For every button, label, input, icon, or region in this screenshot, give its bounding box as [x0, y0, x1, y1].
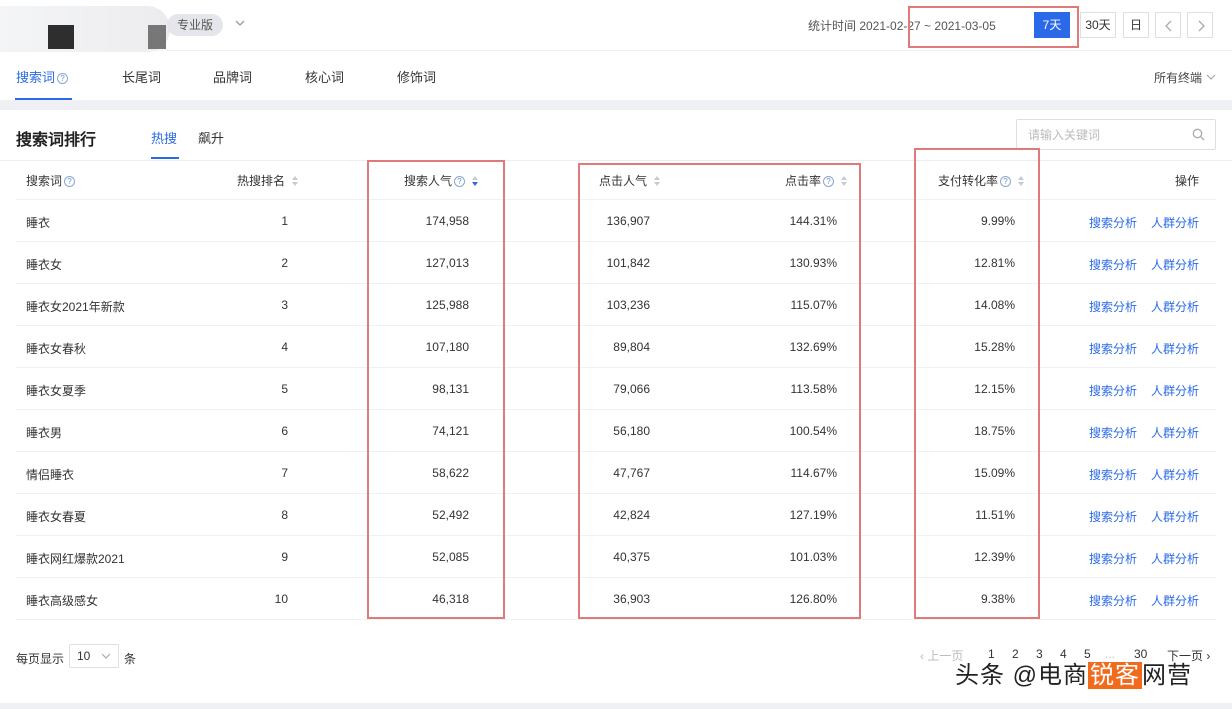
- cell-rank: 5: [281, 382, 288, 396]
- crowd-analysis-link[interactable]: 人群分析: [1151, 466, 1199, 483]
- cell-term[interactable]: 睡衣女: [26, 256, 62, 273]
- cell-term[interactable]: 睡衣高级感女: [26, 592, 98, 609]
- search-analysis-link[interactable]: 搜索分析: [1089, 466, 1137, 483]
- crowd-analysis-link[interactable]: 人群分析: [1151, 340, 1199, 357]
- cell-rank: 3: [281, 298, 288, 312]
- cell-term[interactable]: 睡衣女2021年新款: [26, 298, 125, 315]
- tab-search-terms[interactable]: 搜索词?: [16, 67, 69, 86]
- per-page-label: 每页显示: [16, 652, 65, 666]
- cell-rank: 10: [274, 592, 288, 606]
- per-page-unit: 条: [124, 652, 137, 666]
- search-analysis-link[interactable]: 搜索分析: [1089, 550, 1137, 567]
- keyword-search-input[interactable]: [1018, 121, 1183, 148]
- sort-icon[interactable]: [291, 175, 299, 187]
- cell-rank: 1: [281, 214, 288, 228]
- col-header-actions: 操作: [1175, 174, 1200, 188]
- search-analysis-link[interactable]: 搜索分析: [1089, 298, 1137, 315]
- crowd-analysis-link[interactable]: 人群分析: [1151, 214, 1199, 231]
- active-subtab-indicator: [151, 157, 179, 159]
- cell-rank: 4: [281, 340, 288, 354]
- crowd-analysis-link[interactable]: 人群分析: [1151, 256, 1199, 273]
- annotation-box-date-range: [908, 6, 1079, 48]
- range-30-days-button[interactable]: 30天: [1080, 12, 1116, 38]
- crowd-analysis-link[interactable]: 人群分析: [1151, 508, 1199, 525]
- annotation-box-clicks: [578, 163, 861, 619]
- crowd-analysis-link[interactable]: 人群分析: [1151, 550, 1199, 567]
- active-tab-indicator: [15, 98, 72, 100]
- annotation-box-search-popularity: [367, 160, 505, 619]
- main-tabs: 搜索词? 长尾词 品牌词 核心词 修饰词 所有终端: [0, 50, 1232, 100]
- cell-term[interactable]: 睡衣网红爆款2021: [26, 550, 125, 567]
- chevron-down-icon: [101, 653, 111, 659]
- cell-term[interactable]: 睡衣女夏季: [26, 382, 86, 399]
- cell-rank: 2: [281, 256, 288, 270]
- sub-tab-hot[interactable]: 热搜: [151, 128, 177, 147]
- chevron-down-icon[interactable]: [234, 17, 246, 29]
- store-logo-mark-2: [148, 25, 166, 49]
- store-logo-blurred: [0, 6, 170, 52]
- section-title: 搜索词排行: [16, 132, 97, 149]
- cell-term[interactable]: 睡衣男: [26, 424, 62, 441]
- search-icon[interactable]: [1192, 128, 1205, 141]
- tab-core[interactable]: 核心词: [305, 67, 344, 86]
- tab-brand[interactable]: 品牌词: [213, 67, 252, 86]
- chevron-left-icon: [1165, 20, 1172, 32]
- search-analysis-link[interactable]: 搜索分析: [1089, 424, 1137, 441]
- cell-rank: 9: [281, 550, 288, 564]
- tab-long-tail[interactable]: 长尾词: [122, 67, 161, 86]
- crowd-analysis-link[interactable]: 人群分析: [1151, 382, 1199, 399]
- crowd-analysis-link[interactable]: 人群分析: [1151, 298, 1199, 315]
- crowd-analysis-link[interactable]: 人群分析: [1151, 592, 1199, 609]
- search-analysis-link[interactable]: 搜索分析: [1089, 382, 1137, 399]
- crowd-analysis-link[interactable]: 人群分析: [1151, 424, 1199, 441]
- chevron-right-icon: [1198, 20, 1205, 32]
- watermark-text: 头条 @电商锐客网营: [955, 662, 1193, 689]
- col-header-rank[interactable]: 热搜排名: [237, 172, 299, 189]
- page-size-select[interactable]: 10: [69, 644, 119, 668]
- cell-rank: 6: [281, 424, 288, 438]
- tab-modifier[interactable]: 修饰词: [397, 67, 436, 86]
- cell-term[interactable]: 情侣睡衣: [26, 466, 74, 483]
- help-icon[interactable]: ?: [64, 176, 76, 187]
- col-header-term: 搜索词?: [26, 172, 76, 189]
- chevron-down-icon[interactable]: [1206, 73, 1216, 81]
- search-analysis-link[interactable]: 搜索分析: [1089, 508, 1137, 525]
- cell-term[interactable]: 睡衣: [26, 214, 50, 231]
- help-icon[interactable]: ?: [57, 73, 69, 84]
- page-size-value: 10: [77, 649, 91, 663]
- terminal-filter[interactable]: 所有终端: [1154, 69, 1202, 86]
- edition-badge[interactable]: 专业版: [167, 14, 224, 36]
- next-period-button[interactable]: [1187, 12, 1213, 38]
- annotation-box-conversion: [914, 148, 1040, 619]
- search-analysis-link[interactable]: 搜索分析: [1089, 214, 1137, 231]
- divider: [0, 160, 1232, 161]
- range-day-button[interactable]: 日: [1123, 12, 1149, 38]
- sub-tab-rising[interactable]: 飙升: [198, 128, 224, 147]
- cell-rank: 7: [281, 466, 288, 480]
- search-analysis-link[interactable]: 搜索分析: [1089, 592, 1137, 609]
- prev-period-button[interactable]: [1155, 12, 1181, 38]
- cell-term[interactable]: 睡衣女春夏: [26, 508, 86, 525]
- cell-term[interactable]: 睡衣女春秋: [26, 340, 86, 357]
- search-analysis-link[interactable]: 搜索分析: [1089, 340, 1137, 357]
- search-analysis-link[interactable]: 搜索分析: [1089, 256, 1137, 273]
- cell-rank: 8: [281, 508, 288, 522]
- keyword-search: [1016, 119, 1216, 150]
- store-logo-mark: [48, 25, 74, 49]
